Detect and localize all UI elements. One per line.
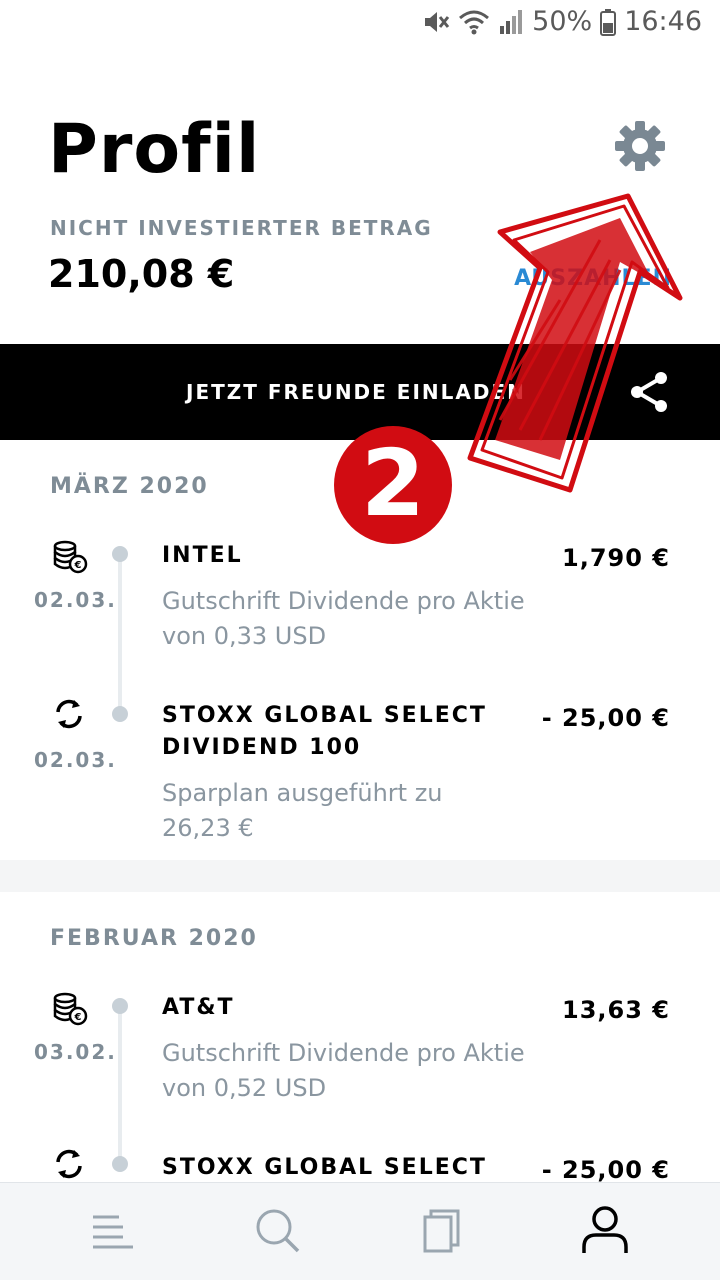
dividend-coins-icon: € xyxy=(53,540,88,574)
portfolio-cards-icon[interactable] xyxy=(418,1205,468,1255)
clock: 16:46 xyxy=(624,6,702,37)
savings-plan-refresh-icon xyxy=(56,699,82,729)
settings-gear-icon[interactable] xyxy=(612,118,668,174)
transaction-name[interactable]: STOXX GLOBAL SELECT xyxy=(162,1152,522,1184)
svg-text:€: € xyxy=(74,1012,82,1023)
page-title: Profil xyxy=(48,110,261,189)
timeline-line xyxy=(118,1010,122,1170)
mute-icon xyxy=(425,11,450,32)
timeline-dot xyxy=(112,1156,128,1172)
transaction-description: Gutschrift Dividende pro Aktie von 0,33 … xyxy=(162,587,525,650)
transaction-name[interactable]: STOXX GLOBAL SELECT DIVIDEND 100 xyxy=(162,700,522,764)
uninvested-amount-label: NICHT INVESTIERTER BETRAG xyxy=(50,216,433,240)
transaction-name[interactable]: INTEL xyxy=(162,540,243,572)
transaction-description: Sparplan ausgeführt zu 26,23 € xyxy=(162,779,443,842)
savings-plan-refresh-icon xyxy=(56,1149,82,1179)
timeline-dot xyxy=(112,706,128,722)
payout-link[interactable]: AUSZAHLEN xyxy=(514,266,672,291)
profile-icon[interactable] xyxy=(580,1205,630,1255)
search-icon[interactable] xyxy=(252,1205,302,1255)
invite-friends-label: JETZT FREUNDE EINLADEN xyxy=(186,380,526,404)
battery-percent: 50% xyxy=(532,6,593,37)
annotation-step-badge: 2 xyxy=(334,426,452,544)
wifi-icon xyxy=(459,10,490,34)
transaction-name[interactable]: AT&T xyxy=(162,992,235,1024)
status-bar: 50% 16:46 xyxy=(0,0,720,48)
signal-icon xyxy=(500,9,523,34)
transaction-amount: - 25,00 € xyxy=(541,1156,670,1184)
timeline-dot xyxy=(112,998,128,1014)
month-header: FEBRUAR 2020 xyxy=(50,926,258,951)
transaction-description: Gutschrift Dividende pro Aktie von 0,52 … xyxy=(162,1039,525,1102)
transaction-date: 02.03. xyxy=(34,748,117,772)
transaction-amount: 13,63 € xyxy=(562,996,670,1024)
timeline-line xyxy=(118,558,122,708)
invite-friends-banner[interactable]: JETZT FREUNDE EINLADEN xyxy=(0,344,720,440)
uninvested-amount: 210,08 € xyxy=(48,252,235,296)
share-icon[interactable] xyxy=(628,370,670,414)
dividend-coins-icon: € xyxy=(53,992,88,1026)
transaction-date: 02.03. xyxy=(34,588,117,612)
timeline-dot xyxy=(112,546,128,562)
transaction-amount: - 25,00 € xyxy=(541,704,670,732)
svg-text:€: € xyxy=(74,560,82,571)
transaction-date: 03.02. xyxy=(34,1040,117,1064)
section-divider xyxy=(0,860,720,892)
home-feed-icon[interactable] xyxy=(88,1205,138,1255)
month-header: MÄRZ 2020 xyxy=(50,474,209,499)
bottom-navigation xyxy=(0,1182,720,1280)
transaction-amount: 1,790 € xyxy=(562,544,670,572)
battery-icon xyxy=(600,8,617,36)
